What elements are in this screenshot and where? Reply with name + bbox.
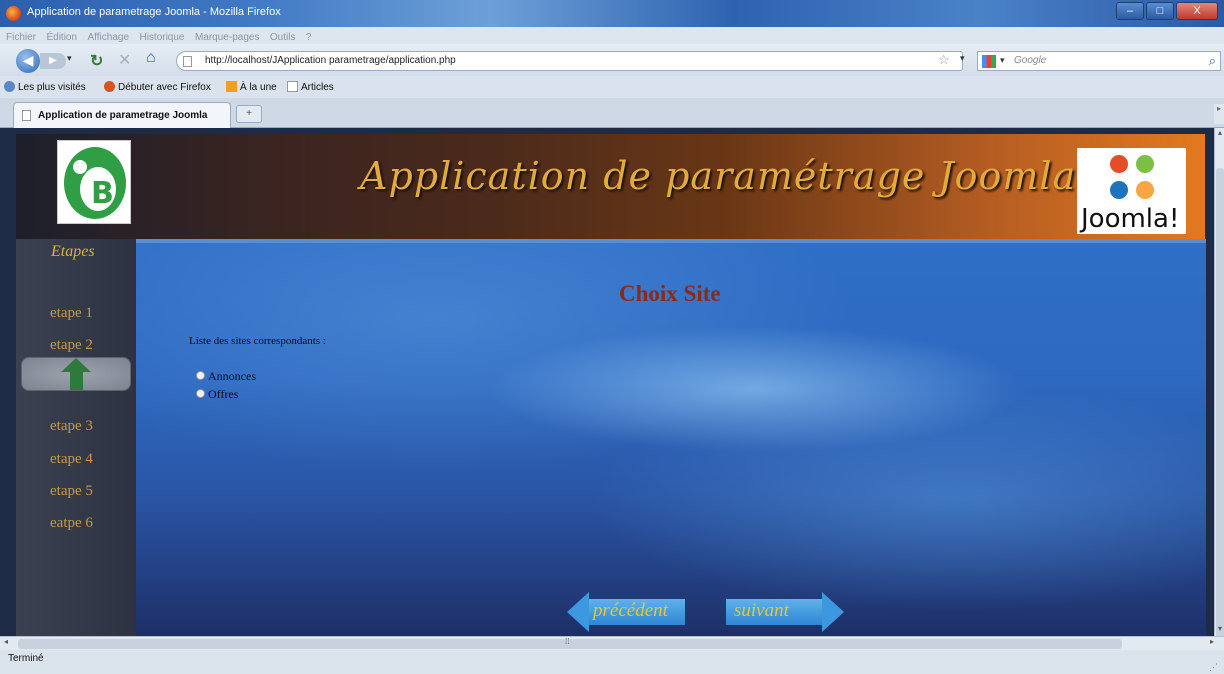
- status-bar: Terminé ⋰: [0, 650, 1224, 674]
- most-visited-icon: [4, 81, 15, 92]
- maximize-button[interactable]: □: [1146, 2, 1174, 20]
- tab-label: Application de parametrage Joomla: [38, 110, 208, 121]
- scroll-grip-icon: ⁞⁞: [565, 637, 570, 646]
- previous-button-label: précédent: [593, 600, 668, 621]
- search-engine-dropdown-icon[interactable]: ▾: [1000, 55, 1005, 66]
- radio-offres[interactable]: [196, 389, 205, 398]
- bookmark-label: Débuter avec Firefox: [118, 82, 211, 93]
- steps-sidebar: [16, 239, 136, 636]
- menu-historique[interactable]: Historique: [139, 32, 184, 43]
- page-icon: [22, 110, 31, 121]
- bookmark-latest-headlines[interactable]: À la une: [226, 81, 277, 93]
- url-bar[interactable]: http://localhost/JApplication parametrag…: [176, 51, 963, 71]
- search-box[interactable]: ▾ Google ⌕: [977, 51, 1221, 71]
- scroll-left-icon[interactable]: ◂: [4, 637, 8, 646]
- tab-scroll-icon[interactable]: ▸: [1214, 104, 1224, 124]
- sidebar-step-5[interactable]: etape 5: [50, 483, 93, 500]
- vertical-scrollbar[interactable]: ▴ ▾: [1214, 128, 1224, 638]
- resize-grip-icon[interactable]: ⋰: [1209, 662, 1218, 673]
- menu-bar: Fichier Édition Affichage Historique Mar…: [0, 27, 1224, 44]
- bookmarks-bar: Les plus visités Débuter avec Firefox À …: [0, 76, 1224, 98]
- sidebar-title: Etapes: [51, 243, 95, 260]
- site-logo: B: [57, 140, 131, 224]
- search-input[interactable]: Google: [1014, 55, 1046, 66]
- bookmark-most-visited[interactable]: Les plus visités: [4, 81, 86, 93]
- bookmark-articles[interactable]: Articles: [287, 81, 334, 93]
- history-dropdown-icon[interactable]: ▾: [67, 53, 72, 64]
- window-controls: – □ X: [1116, 2, 1218, 20]
- joomla-logo-mark: [1110, 155, 1154, 199]
- close-button[interactable]: X: [1176, 2, 1218, 20]
- window-title-bar[interactable]: Application de parametrage Joomla - Mozi…: [0, 0, 1224, 27]
- search-icon[interactable]: ⌕: [1209, 53, 1216, 69]
- tab-application[interactable]: Application de parametrage Joomla: [13, 102, 231, 128]
- next-button-label: suivant: [734, 600, 789, 621]
- firefox-icon: [104, 81, 115, 92]
- page-icon: [183, 56, 192, 67]
- previous-button[interactable]: précédent: [567, 592, 685, 632]
- sidebar-step-6[interactable]: eatpe 6: [50, 515, 93, 532]
- right-arrow-icon: [822, 592, 844, 632]
- menu-affichage[interactable]: Affichage: [88, 32, 130, 43]
- menu-fichier[interactable]: Fichier: [6, 32, 36, 43]
- bookmark-label: Les plus visités: [18, 82, 86, 93]
- firefox-icon: [6, 6, 21, 21]
- bookmark-label: À la une: [240, 82, 277, 93]
- window-title: Application de parametrage Joomla - Mozi…: [27, 6, 281, 18]
- svg-text:B: B: [91, 176, 114, 211]
- scroll-down-icon[interactable]: ▾: [1215, 624, 1224, 633]
- back-button[interactable]: ◀: [16, 49, 40, 73]
- sidebar-step-2[interactable]: etape 2: [50, 337, 93, 354]
- menu-marque-pages[interactable]: Marque-pages: [195, 32, 259, 43]
- reload-icon[interactable]: ↻: [90, 51, 103, 71]
- vertical-scroll-thumb[interactable]: [1216, 168, 1224, 638]
- minimize-button[interactable]: –: [1116, 2, 1144, 20]
- site-list-label: Liste des sites correspondants :: [189, 335, 326, 347]
- left-arrow-icon: [567, 592, 589, 632]
- bookmark-getting-started[interactable]: Débuter avec Firefox: [104, 81, 211, 93]
- navigation-toolbar: ◀ ▶ ▾ ↻ ✕ ⌂ http://localhost/JApplicatio…: [0, 44, 1224, 76]
- radio-annonces[interactable]: [196, 371, 205, 380]
- home-icon[interactable]: ⌂: [146, 49, 156, 67]
- forward-button[interactable]: ▶: [40, 53, 66, 69]
- status-text: Terminé: [8, 653, 44, 664]
- joomla-wordmark: Joomla!: [1081, 204, 1180, 234]
- rss-icon: [226, 81, 237, 92]
- scroll-right-icon[interactable]: ▸: [1210, 637, 1214, 646]
- bookmark-star-icon[interactable]: ☆: [938, 52, 950, 68]
- page-title: Choix Site: [619, 281, 721, 306]
- url-dropdown-icon[interactable]: ▾: [960, 53, 965, 64]
- radio-label-offres[interactable]: Offres: [208, 387, 238, 402]
- menu-aide[interactable]: ?: [306, 32, 312, 43]
- tab-bar: Application de parametrage Joomla + ▸: [0, 98, 1224, 128]
- menu-edition[interactable]: Édition: [46, 32, 77, 43]
- menu-outils[interactable]: Outils: [270, 32, 296, 43]
- search-engine-icon[interactable]: [982, 55, 996, 68]
- joomla-logo: Joomla!: [1077, 148, 1186, 234]
- new-tab-button[interactable]: +: [236, 105, 262, 123]
- sidebar-step-3[interactable]: etape 3: [50, 418, 93, 435]
- horizontal-scrollbar[interactable]: ◂ ⁞⁞ ▸: [0, 636, 1224, 650]
- stop-icon[interactable]: ✕: [118, 50, 131, 70]
- next-button[interactable]: suivant: [726, 592, 844, 632]
- sidebar-step-1[interactable]: etape 1: [50, 305, 93, 322]
- horizontal-scroll-thumb[interactable]: [18, 639, 1122, 649]
- radio-label-annonces[interactable]: Annonces: [208, 369, 256, 384]
- current-step-indicator: [21, 357, 131, 391]
- url-text[interactable]: http://localhost/JApplication parametrag…: [205, 55, 456, 66]
- page-icon: [287, 81, 298, 92]
- up-arrow-shaft: [70, 370, 83, 390]
- sidebar-step-4[interactable]: etape 4: [50, 451, 93, 468]
- scroll-up-icon[interactable]: ▴: [1215, 128, 1224, 137]
- bookmark-label: Articles: [301, 82, 334, 93]
- main-panel-divider: [136, 239, 1206, 243]
- banner-title: Application de paramétrage Joomla: [360, 154, 1077, 198]
